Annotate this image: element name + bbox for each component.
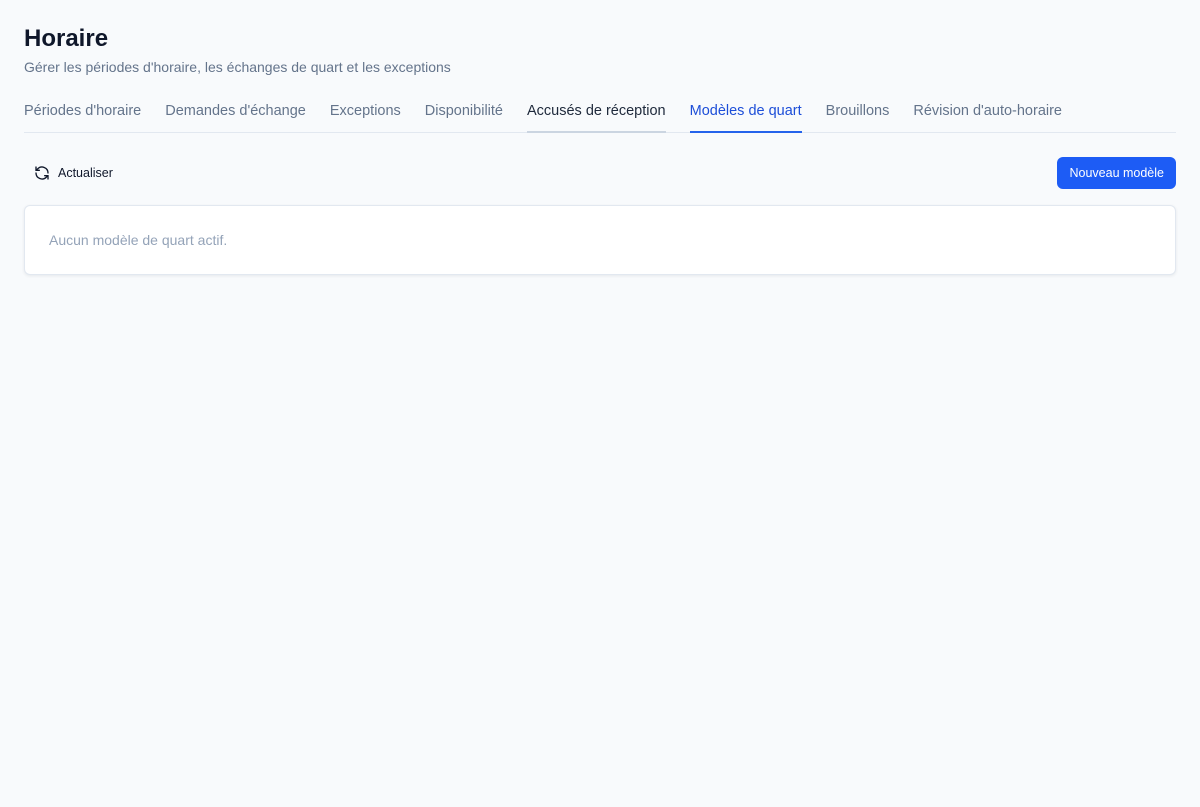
tab-bar: Périodes d'horaire Demandes d'échange Ex… bbox=[24, 99, 1176, 133]
page-subtitle: Gérer les périodes d'horaire, les échang… bbox=[24, 59, 451, 75]
toolbar: Actualiser Nouveau modèle bbox=[24, 157, 1176, 189]
refresh-button-label: Actualiser bbox=[58, 166, 113, 180]
schedule-page: Horaire Gérer les périodes d'horaire, le… bbox=[0, 0, 1200, 807]
empty-state-message: Aucun modèle de quart actif. bbox=[49, 232, 228, 248]
shift-templates-card: Aucun modèle de quart actif. bbox=[24, 205, 1176, 275]
tab-auto-schedule-review[interactable]: Révision d'auto-horaire bbox=[913, 101, 1062, 133]
refresh-icon bbox=[34, 165, 50, 181]
tab-availability[interactable]: Disponibilité bbox=[425, 101, 503, 133]
refresh-button[interactable]: Actualiser bbox=[24, 157, 123, 189]
tab-schedule-periods[interactable]: Périodes d'horaire bbox=[24, 101, 141, 133]
tab-exceptions[interactable]: Exceptions bbox=[330, 101, 401, 133]
tab-swap-requests[interactable]: Demandes d'échange bbox=[165, 101, 306, 133]
tab-drafts[interactable]: Brouillons bbox=[826, 101, 890, 133]
page-title: Horaire bbox=[24, 25, 109, 52]
tab-shift-templates[interactable]: Modèles de quart bbox=[689, 101, 802, 133]
tab-acknowledgements[interactable]: Accusés de réception bbox=[526, 101, 666, 133]
new-template-button[interactable]: Nouveau modèle bbox=[1057, 157, 1176, 189]
